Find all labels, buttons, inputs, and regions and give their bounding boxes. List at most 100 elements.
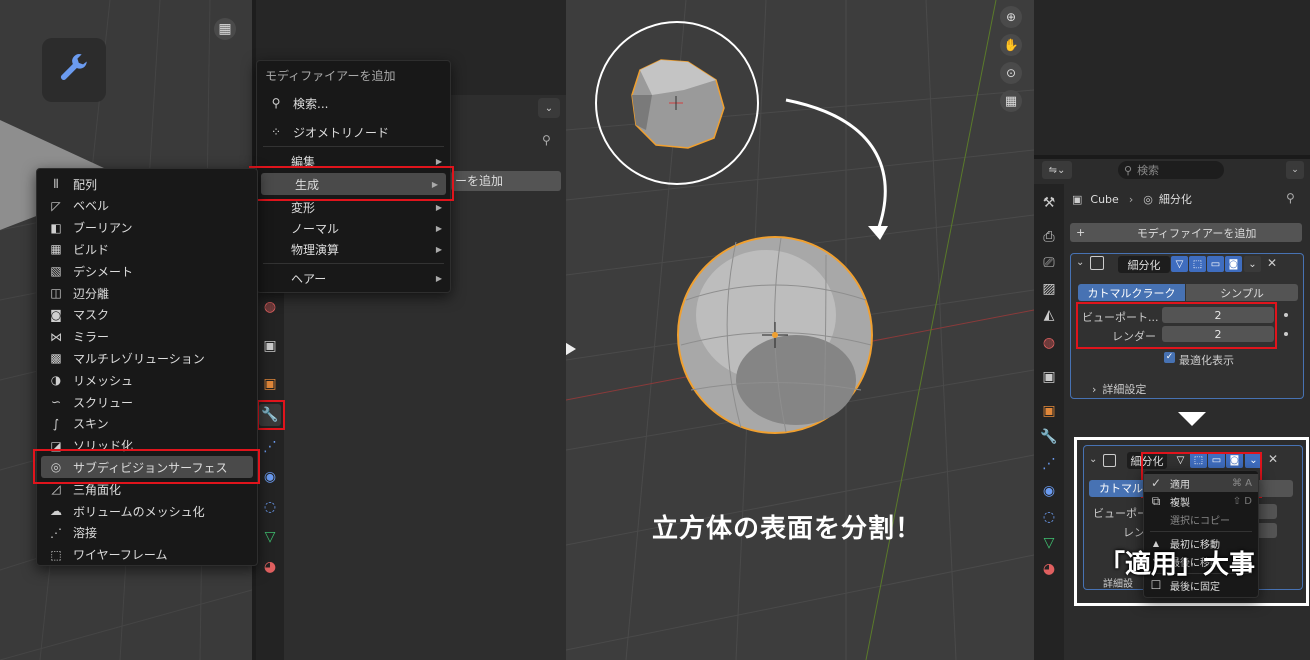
copy-to-selected-item[interactable]: 選択にコピー: [1144, 510, 1258, 528]
tab-object-right[interactable]: ▣: [1038, 400, 1060, 422]
add-modifier-button[interactable]: + モディファイアーを追加: [1070, 223, 1302, 242]
tab-physics[interactable]: ◉: [259, 466, 281, 488]
generate-item-edge-split[interactable]: ◫ 辺分離: [37, 282, 257, 304]
grid-view-icon[interactable]: ▦: [1000, 90, 1022, 112]
tab-output[interactable]: ⎚: [1038, 252, 1060, 274]
decimate-icon: ▧: [50, 264, 62, 279]
subsurf-icon: [1090, 256, 1104, 270]
tab-collection[interactable]: ▣: [259, 335, 281, 357]
tab-particles[interactable]: ⋰: [259, 436, 281, 458]
object-icon: ▣: [1072, 192, 1083, 206]
remesh-icon: ◑: [50, 373, 62, 388]
weld-icon: ⋰: [50, 525, 62, 540]
generate-item-remesh[interactable]: ◑ リメッシュ: [37, 369, 257, 391]
pin-icon[interactable]: ⚲: [542, 133, 551, 147]
tab-constraints-right[interactable]: ◌: [1038, 506, 1060, 528]
menu-title: モディファイアーを追加: [265, 69, 396, 83]
generate-submenu: ⦀ 配列 ◸ ベベル ◧ ブーリアン ▦ ビルド ▧ デシメート ◫ 辺分離 ◙ マスク ⋈ ミラー ▩ マルチレ…: [36, 168, 258, 566]
viewport-icon[interactable]: ▭: [1207, 256, 1224, 272]
tab-constraints[interactable]: ◌: [259, 496, 281, 518]
skin-icon: ∫: [52, 416, 60, 431]
keyframe-dot[interactable]: [1284, 313, 1288, 317]
menu-category-hair[interactable]: ヘアー ▶: [257, 267, 450, 289]
geometry-nodes-icon: ⁘: [270, 125, 282, 139]
editor-type-button[interactable]: ⇋⌄: [1042, 161, 1072, 179]
apply-item[interactable]: ✓ 適用 ⌘ A: [1144, 474, 1258, 492]
generate-item-array[interactable]: ⦀ 配列: [37, 173, 257, 195]
viewport-label-partial: ビューポー: [1093, 507, 1148, 520]
tab-data[interactable]: ▽: [259, 526, 281, 548]
tab-physics-right[interactable]: ◉: [1038, 480, 1060, 502]
generate-item-decimate[interactable]: ▧ デシメート: [37, 260, 257, 282]
menu-geometry-nodes[interactable]: ⁘ ジオメトリノード: [257, 121, 450, 143]
tab-data-right[interactable]: ▽: [1038, 532, 1060, 554]
menu-category-physics[interactable]: 物理演算 ▶: [257, 238, 450, 260]
modifier-tab-highlight: [257, 400, 285, 430]
tab-material-right[interactable]: ◕: [1038, 558, 1060, 580]
optimal-display-label: 最適化表示: [1179, 354, 1234, 367]
tab-collection-right[interactable]: ▣: [1038, 366, 1060, 388]
tab-scene[interactable]: ◭: [1038, 304, 1060, 326]
tab-tool[interactable]: ⚒: [1038, 192, 1060, 214]
generate-item-skin[interactable]: ∫ スキン: [37, 413, 257, 435]
tab-view-layer[interactable]: ▨: [1038, 278, 1060, 300]
zoom-icon[interactable]: ⊕: [1000, 6, 1022, 28]
generate-item-volume[interactable]: ☁ ボリュームのメッシュ化: [37, 500, 257, 522]
tab-render[interactable]: ⎙: [1038, 226, 1060, 248]
collapse-arrow[interactable]: ⌄: [1076, 257, 1084, 268]
generate-item-boolean[interactable]: ◧ ブーリアン: [37, 217, 257, 239]
tab-object[interactable]: ▣: [259, 373, 281, 395]
camera-view-icon[interactable]: ⊙: [1000, 62, 1022, 84]
generate-item-multires[interactable]: ▩ マルチレゾリューション: [37, 347, 257, 369]
generate-item-wireframe[interactable]: ⬚ ワイヤーフレーム: [37, 544, 257, 566]
tab-particles-right[interactable]: ⋰: [1038, 453, 1060, 475]
duplicate-item[interactable]: ⧉ 複製 ⇧ D: [1144, 492, 1258, 510]
grid-toggle-icon[interactable]: ▦: [214, 18, 236, 40]
generate-item-screw[interactable]: ∽ スクリュー: [37, 391, 257, 413]
editmode-icon[interactable]: ▽: [1171, 256, 1188, 272]
optimal-display-checkbox[interactable]: ✓: [1164, 352, 1175, 363]
generate-item-weld[interactable]: ⋰ 溶接: [37, 522, 257, 544]
generate-item-mask[interactable]: ◙ マスク: [37, 304, 257, 326]
collapse-arrow[interactable]: ⌄: [1089, 454, 1097, 465]
tab-simple[interactable]: シンプル: [1186, 284, 1298, 301]
generate-item-bevel[interactable]: ◸ ベベル: [37, 195, 257, 217]
array-icon: ⦀: [53, 176, 59, 191]
tab-modifiers-right[interactable]: 🔧: [1038, 426, 1060, 448]
tab-world[interactable]: ◍: [259, 296, 281, 318]
pin-icon-right[interactable]: ⚲: [1286, 191, 1295, 205]
search-icon: ⚲: [271, 96, 281, 110]
generate-item-build[interactable]: ▦ ビルド: [37, 238, 257, 260]
menu-search[interactable]: ⚲ 検索...: [257, 92, 450, 114]
modifier-name-field[interactable]: 細分化: [1118, 256, 1170, 273]
mirror-icon: ⋈: [50, 329, 62, 344]
tab-material[interactable]: ◕: [259, 556, 281, 578]
modifier-toggle-icons[interactable]: ▽ ⬚ ▭ ◙ ⌄ ✕: [1170, 256, 1277, 272]
render-icon[interactable]: ◙: [1225, 256, 1242, 272]
wrench-tool-button[interactable]: [42, 38, 106, 102]
apply-callout-box: ⌄ 細分化 ▽ ⬚ ▭ ◙ ⌄ ✕ カトマルク ビューポー レン 詳細設 ✓適用…: [1074, 437, 1309, 606]
menu-category-normal[interactable]: ノーマル ▶: [257, 217, 450, 239]
center-viewport[interactable]: 立方体の表面を分割！ ⊕ ✋ ⊙ ▦: [566, 0, 1034, 660]
right-search-input[interactable]: ⚲ 検索: [1118, 161, 1224, 179]
tab-catmull-clark[interactable]: カトマルクラーク: [1078, 284, 1185, 301]
edge-split-icon: ◫: [50, 286, 62, 300]
right-dropdown[interactable]: ⌄: [1286, 161, 1304, 179]
wrench-icon: [60, 54, 87, 80]
subdivision-highlight: [33, 449, 260, 484]
add-modifier-button-partial[interactable]: ーを追加: [451, 171, 561, 191]
middle-dropdown-button[interactable]: ⌄: [538, 98, 560, 118]
close-icon[interactable]: ✕: [1267, 256, 1277, 272]
caption: 立方体の表面を分割！: [652, 514, 923, 544]
keyframe-dot[interactable]: [1284, 332, 1288, 336]
generate-item-mirror[interactable]: ⋈ ミラー: [37, 326, 257, 348]
tab-world-right[interactable]: ◍: [1038, 332, 1060, 354]
cage-icon[interactable]: ⬚: [1189, 256, 1206, 272]
pan-hand-icon[interactable]: ✋: [1000, 34, 1022, 56]
build-icon: ▦: [50, 242, 62, 257]
advanced-section[interactable]: › 詳細設定: [1092, 381, 1146, 397]
subsurf-icon: [1103, 454, 1116, 467]
dropdown-icon[interactable]: ⌄: [1244, 256, 1261, 272]
tab-catmull-partial[interactable]: カトマルク: [1089, 480, 1149, 497]
close-icon[interactable]: ✕: [1268, 452, 1278, 468]
